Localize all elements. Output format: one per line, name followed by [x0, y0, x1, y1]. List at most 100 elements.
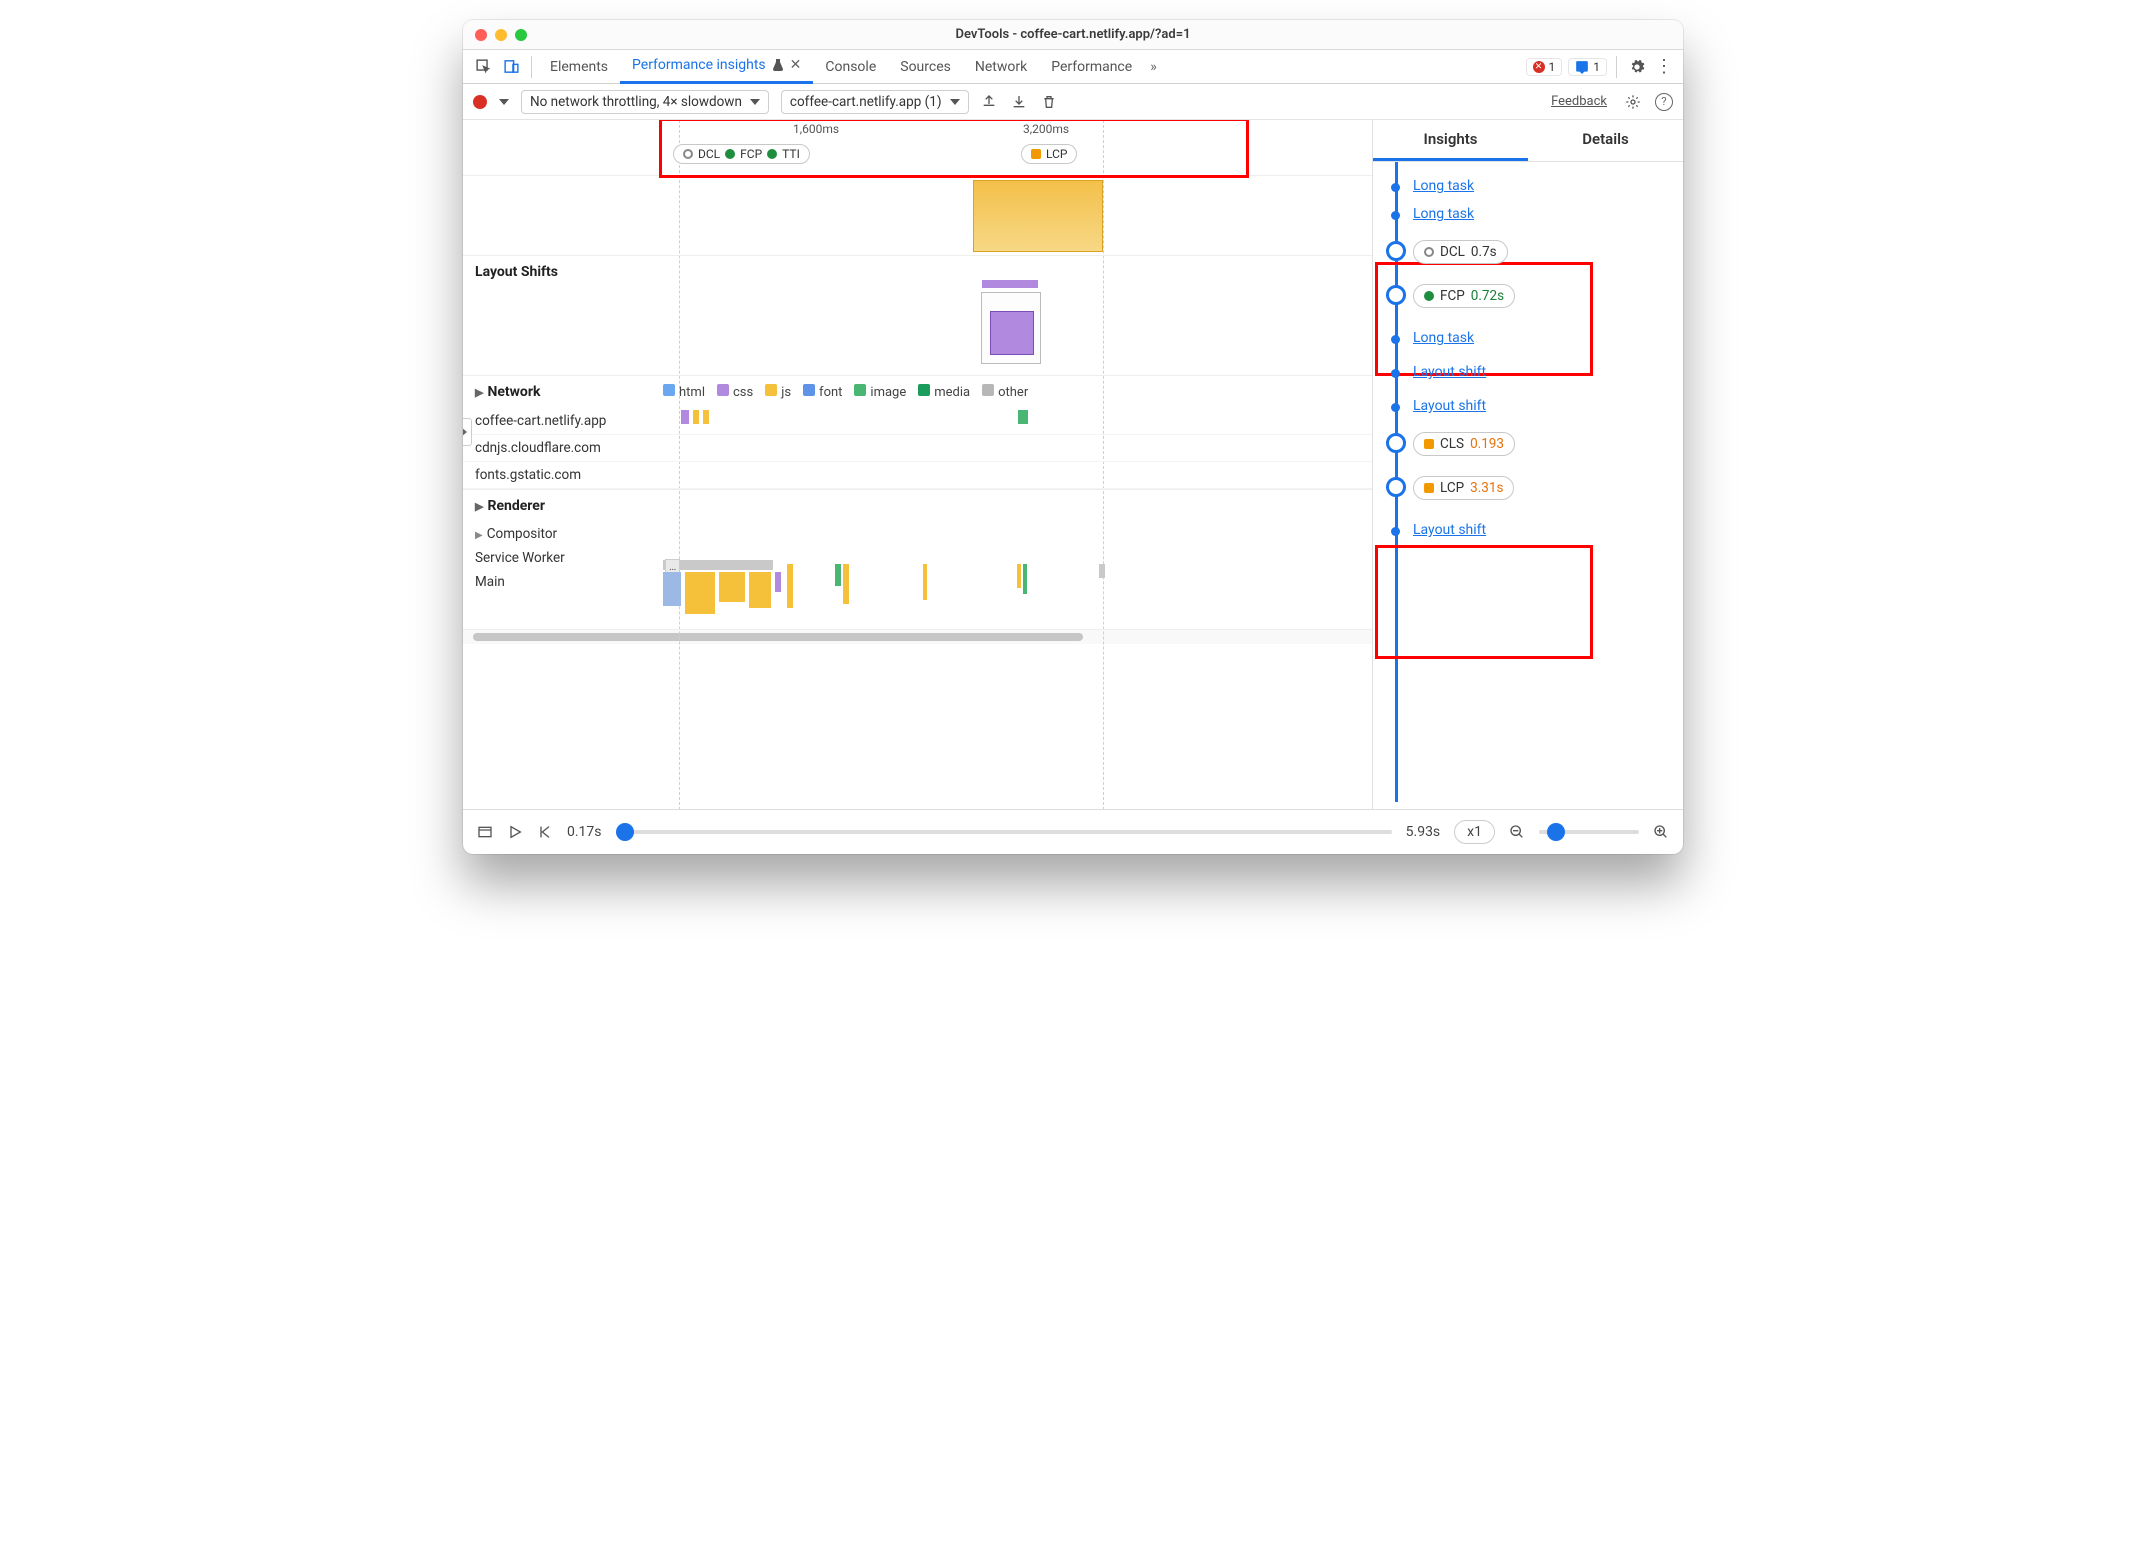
zoom-in-icon[interactable]: [1653, 824, 1669, 840]
close-tab-icon[interactable]: ✕: [790, 57, 802, 73]
marker-pill[interactable]: DCL FCP TTI: [673, 144, 810, 164]
main-area: 1,600ms 3,200ms DCL FCP TTI: [463, 120, 1683, 810]
net-req[interactable]: [693, 410, 699, 424]
tick-label: 1,600ms: [793, 122, 839, 136]
timeline-item[interactable]: Long task: [1413, 172, 1683, 200]
timeline-item[interactable]: Layout shift: [1413, 358, 1683, 386]
timeline-item[interactable]: Long task: [1413, 324, 1683, 352]
record-menu[interactable]: [499, 99, 509, 105]
timeline-item[interactable]: Long task: [1413, 200, 1683, 228]
metric-pill[interactable]: CLS 0.193: [1413, 432, 1515, 456]
insights-toolbar: No network throttling, 4× slowdown coffe…: [463, 84, 1683, 120]
window-title: DevTools - coffee-cart.netlify.app/?ad=1: [955, 27, 1190, 42]
chevron-right-icon: ▶: [475, 500, 483, 513]
record-button[interactable]: [473, 95, 487, 109]
issues-badge[interactable]: 1: [1568, 58, 1607, 76]
marker-pill[interactable]: LCP: [1021, 144, 1077, 164]
device-toolbar-icon[interactable]: [497, 53, 525, 81]
tab-performance[interactable]: Performance: [1039, 50, 1144, 84]
tti-icon: [767, 149, 777, 159]
speed-multiplier[interactable]: x1: [1454, 820, 1495, 844]
errors-badge[interactable]: ✕1: [1526, 58, 1563, 76]
chevron-right-icon: ▶: [475, 530, 483, 541]
tab-insights[interactable]: Insights: [1373, 120, 1528, 161]
host-row[interactable]: cdnjs.cloudflare.com: [463, 435, 1372, 462]
tab-network[interactable]: Network: [963, 50, 1039, 84]
zoom-thumb[interactable]: [1547, 823, 1565, 841]
highlight-box: [1375, 545, 1593, 659]
playhead-slider[interactable]: [616, 830, 1392, 834]
host-row[interactable]: fonts.gstatic.com: [463, 462, 1372, 489]
kebab-menu-icon[interactable]: ⋮: [1655, 58, 1673, 76]
tab-details[interactable]: Details: [1528, 120, 1683, 161]
play-icon[interactable]: [507, 824, 523, 840]
network-label[interactable]: ▶ Network: [463, 376, 663, 408]
overview-icon[interactable]: [477, 824, 493, 840]
legend-item: css: [717, 384, 753, 400]
net-req[interactable]: [703, 410, 709, 424]
devtools-window: DevTools - coffee-cart.netlify.app/?ad=1…: [463, 20, 1683, 854]
layout-shift-bar[interactable]: [982, 280, 1038, 288]
insights-timeline[interactable]: Long task Long task DCL 0.7s FCP 0.72s: [1373, 162, 1683, 802]
host-row[interactable]: coffee-cart.netlify.app: [463, 408, 1372, 435]
lcp-icon: [1031, 149, 1041, 159]
lcp-icon: [1424, 483, 1434, 493]
legend-item: image: [854, 384, 906, 400]
renderer-section: ▶Renderer ▶Compositor Service Worker Mai…: [463, 490, 1372, 630]
tab-sources[interactable]: Sources: [888, 50, 963, 84]
frame-thumb[interactable]: [973, 180, 1103, 252]
insight-link[interactable]: Long task: [1413, 206, 1474, 222]
settings-icon[interactable]: [1623, 53, 1651, 81]
recording-select[interactable]: coffee-cart.netlify.app (1): [781, 90, 969, 114]
thread-compositor[interactable]: ▶Compositor: [463, 522, 1372, 546]
timeline-item[interactable]: Layout shift: [1413, 516, 1683, 544]
minimize-window-button[interactable]: [495, 29, 507, 41]
legend-item: other: [982, 384, 1028, 400]
tick-label: 3,200ms: [1023, 122, 1069, 136]
insight-link[interactable]: Layout shift: [1413, 398, 1486, 414]
timeline-item[interactable]: FCP 0.72s: [1413, 278, 1683, 314]
timeline-item[interactable]: DCL 0.7s: [1413, 234, 1683, 270]
insight-link[interactable]: Layout shift: [1413, 522, 1486, 538]
zoom-slider[interactable]: [1539, 830, 1639, 834]
metric-pill[interactable]: DCL 0.7s: [1413, 240, 1508, 264]
export-icon[interactable]: [981, 94, 999, 110]
tab-elements[interactable]: Elements: [538, 50, 620, 84]
h-scrollbar[interactable]: [463, 630, 1372, 644]
net-req[interactable]: [1018, 410, 1028, 424]
delete-icon[interactable]: [1041, 94, 1059, 110]
filmstrip: [463, 176, 1372, 256]
layout-shift-preview[interactable]: [981, 292, 1041, 364]
inspect-icon[interactable]: [469, 53, 497, 81]
timeline-item[interactable]: Layout shift: [1413, 392, 1683, 420]
network-hosts: coffee-cart.netlify.app cdnjs.cloudflare…: [463, 408, 1372, 489]
timeline-item[interactable]: LCP 3.31s: [1413, 470, 1683, 506]
timeline-pane: 1,600ms 3,200ms DCL FCP TTI: [463, 120, 1373, 809]
close-window-button[interactable]: [475, 29, 487, 41]
insight-link[interactable]: Layout shift: [1413, 364, 1486, 380]
tab-performance-insights[interactable]: Performance insights ✕: [620, 50, 813, 84]
zoom-out-icon[interactable]: [1509, 824, 1525, 840]
feedback-link[interactable]: Feedback: [1551, 94, 1607, 109]
net-req[interactable]: [681, 410, 689, 424]
chevron-right-icon: ▶: [475, 386, 483, 399]
dcl-icon: [1424, 247, 1434, 257]
insight-link[interactable]: Long task: [1413, 330, 1474, 346]
throttling-select[interactable]: No network throttling, 4× slowdown: [521, 90, 769, 114]
panel-settings-icon[interactable]: [1625, 94, 1643, 110]
sidebar-expand-icon[interactable]: [463, 418, 472, 446]
import-icon[interactable]: [1011, 94, 1029, 110]
tab-console[interactable]: Console: [813, 50, 888, 84]
renderer-label[interactable]: ▶Renderer: [463, 490, 1372, 522]
timeline-item[interactable]: CLS 0.193: [1413, 426, 1683, 462]
metric-pill[interactable]: LCP 3.31s: [1413, 476, 1514, 500]
fcp-icon: [1424, 291, 1434, 301]
more-tabs-icon[interactable]: »: [1150, 59, 1157, 75]
flame-chart[interactable]: …: [663, 560, 1372, 630]
skip-start-icon[interactable]: [537, 824, 553, 840]
playhead-thumb[interactable]: [616, 823, 634, 841]
insight-link[interactable]: Long task: [1413, 178, 1474, 194]
maximize-window-button[interactable]: [515, 29, 527, 41]
metric-pill[interactable]: FCP 0.72s: [1413, 284, 1515, 308]
help-icon[interactable]: ?: [1655, 93, 1673, 111]
